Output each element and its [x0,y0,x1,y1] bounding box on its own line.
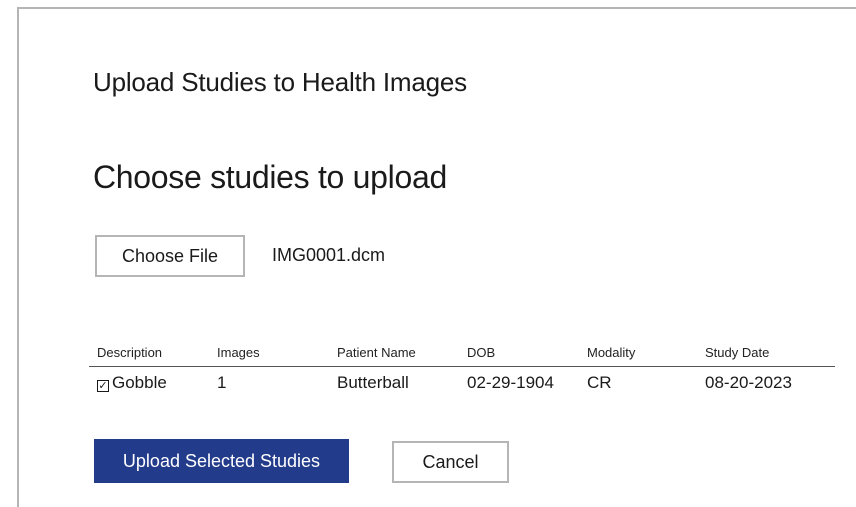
cell-study-date: 08-20-2023 [705,373,792,392]
section-heading: Choose studies to upload [93,159,447,195]
column-header-dob: DOB [459,336,579,367]
column-header-description: Description [89,336,209,367]
cell-images: 1 [217,373,227,392]
column-header-images: Images [209,336,329,367]
upload-dialog: Upload Studies to Health Images Choose s… [17,7,856,507]
cell-modality: CR [587,373,612,392]
column-header-study-date: Study Date [697,336,835,367]
column-header-patient-name: Patient Name [329,336,459,367]
studies-table: Description Images Patient Name DOB Moda… [89,336,835,393]
table-row[interactable]: ✓ Gobble 1 Butterball 02-29-1904 CR 08-20… [89,367,835,394]
upload-selected-studies-button[interactable]: Upload Selected Studies [94,439,349,483]
cell-description: ✓ Gobble [89,367,209,394]
cell-dob: 02-29-1904 [467,373,554,392]
study-select-checkbox[interactable]: ✓ [97,380,109,392]
cancel-button[interactable]: Cancel [392,441,509,483]
table-header-row: Description Images Patient Name DOB Moda… [89,336,835,367]
dialog-title: Upload Studies to Health Images [93,67,467,97]
description-text: Gobble [112,373,167,392]
column-header-modality: Modality [579,336,697,367]
cell-patient-name: Butterball [337,373,409,392]
choose-file-button[interactable]: Choose File [95,235,245,277]
selected-file-name: IMG0001.dcm [272,245,386,265]
